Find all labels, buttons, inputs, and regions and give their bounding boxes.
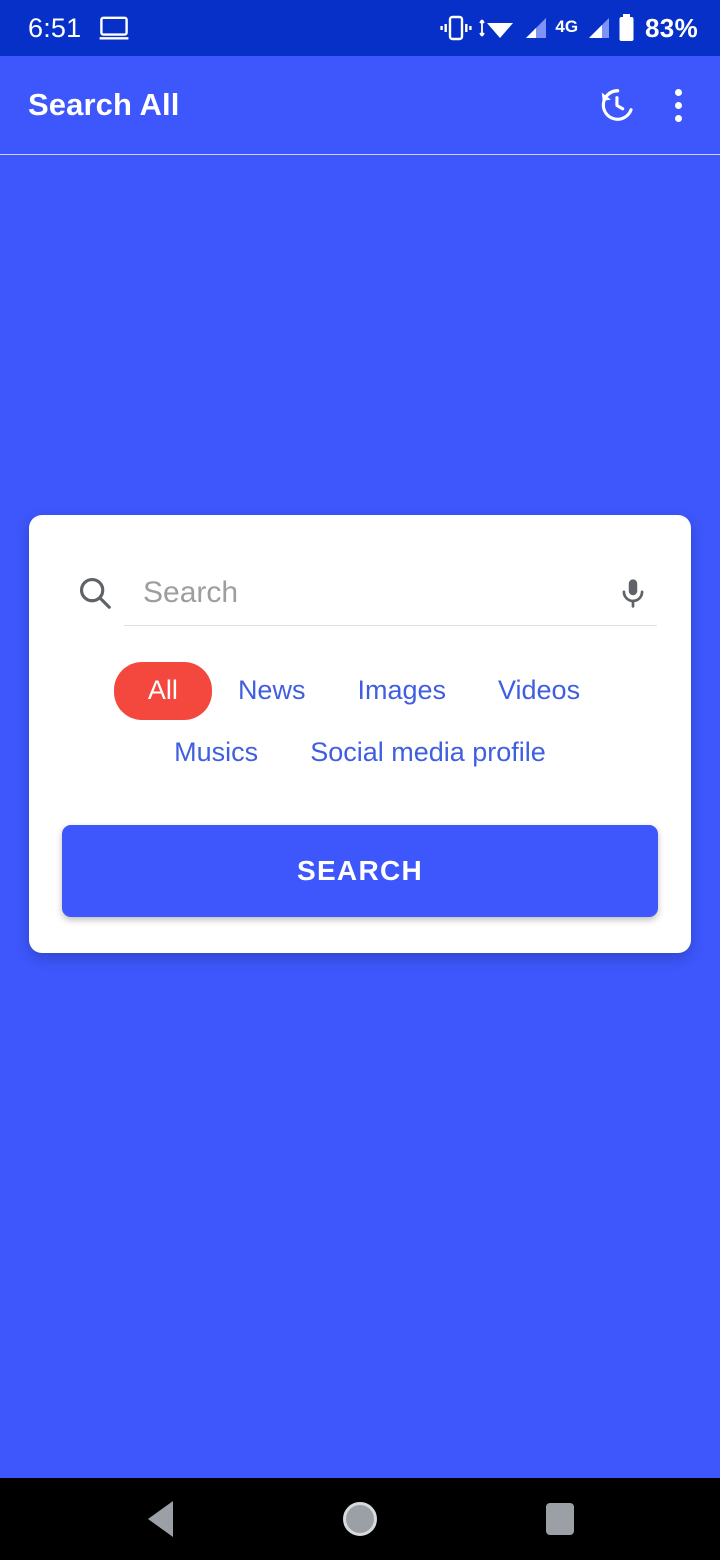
status-bar-left-icons (99, 16, 129, 40)
overflow-menu-icon (674, 88, 682, 96)
home-icon (343, 1502, 377, 1536)
android-navigation-bar (0, 1478, 720, 1560)
screen-cast-icon (99, 16, 129, 40)
signal-icon (526, 18, 547, 38)
overflow-menu-button[interactable] (658, 77, 698, 133)
signal-icon-2 (589, 18, 610, 38)
page-title: Search All (28, 87, 180, 122)
filter-chip-news[interactable]: News (212, 664, 332, 718)
battery-percent-label: 83% (645, 13, 698, 43)
history-button[interactable] (588, 77, 644, 133)
overflow-menu-icon-dot-2 (674, 101, 682, 109)
search-card: All News Images Videos Musics Social med… (29, 515, 691, 954)
filter-chip-musics[interactable]: Musics (148, 726, 284, 780)
search-icon (79, 577, 111, 609)
status-bar-right-icons: 4G 83% (440, 14, 698, 42)
app-bar: Search All (0, 56, 720, 155)
status-bar-clock: 6:51 (28, 12, 82, 43)
recents-icon (546, 1503, 574, 1535)
mic-icon (622, 579, 644, 608)
search-input[interactable] (143, 576, 608, 610)
search-field-underline (124, 625, 657, 626)
main-content: All News Images Videos Musics Social med… (0, 155, 720, 1478)
history-icon (601, 89, 633, 121)
overflow-menu-icon-dot-3 (674, 114, 682, 122)
status-bar: 6:51 4G 83% (0, 0, 720, 56)
search-submit-button[interactable]: SEARCH (62, 825, 658, 918)
filter-chip-row-2: Musics Social media profile (62, 726, 658, 780)
back-icon (147, 1501, 173, 1537)
phone-screen: 6:51 4G 83% Search All Search All News I… (0, 0, 720, 1560)
filter-chip-group: All News Images Videos Musics Social med… (62, 662, 658, 779)
filter-chip-social-media-profile[interactable]: Social media profile (284, 726, 572, 780)
filter-chip-row-1: All News Images Videos (62, 662, 658, 720)
nav-back-button[interactable] (112, 1478, 208, 1560)
wifi-icon (479, 19, 514, 38)
filter-chip-images[interactable]: Images (331, 664, 472, 718)
nav-recents-button[interactable] (512, 1478, 608, 1560)
battery-icon (619, 14, 634, 41)
filter-chip-all[interactable]: All (113, 662, 212, 720)
filter-chip-videos[interactable]: Videos (472, 664, 606, 718)
network-type-label: 4G (555, 17, 579, 36)
mic-button[interactable] (608, 568, 658, 618)
nav-home-button[interactable] (312, 1478, 408, 1560)
search-field-row (62, 561, 658, 625)
vibrate-icon (440, 15, 472, 41)
app-bar-actions (588, 77, 698, 133)
